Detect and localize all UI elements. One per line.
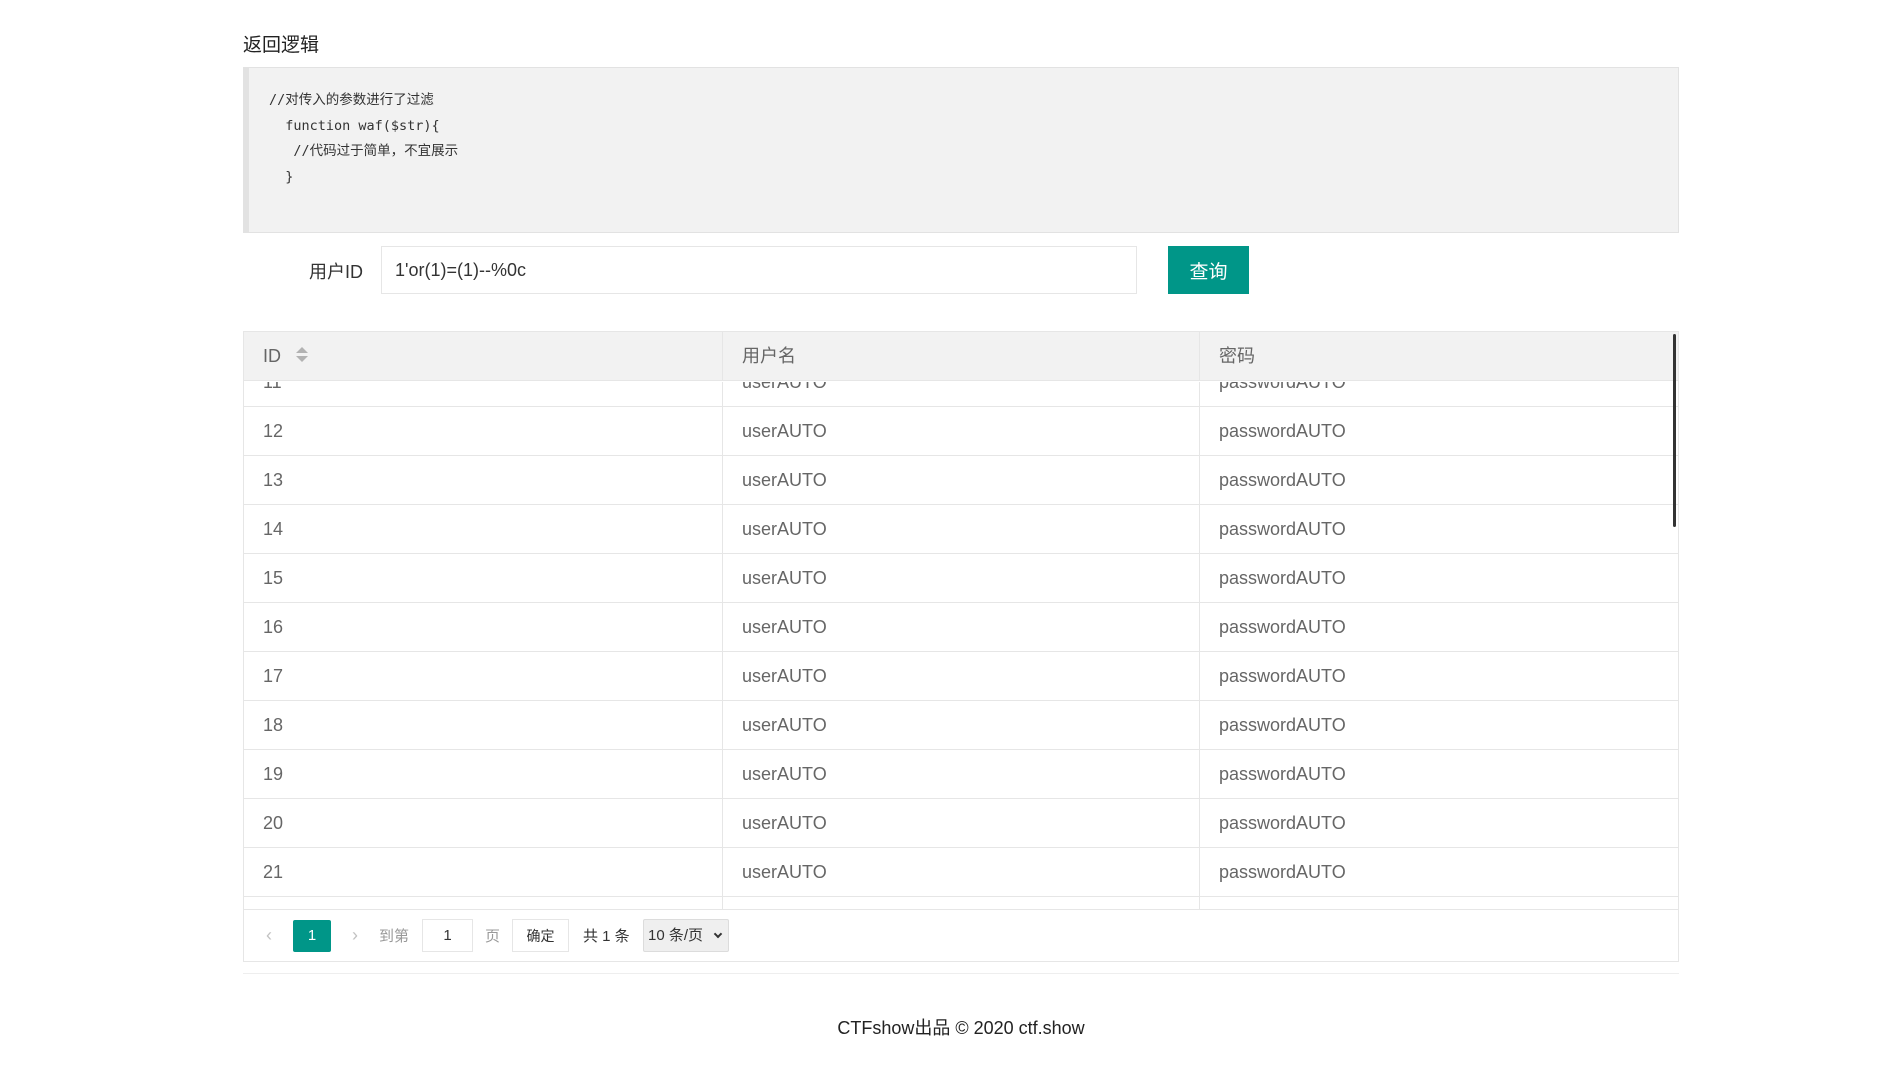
cell-password: passwordAUTO — [1199, 382, 1678, 407]
cell-password: ctfshow{53ad81d0-00cd-41f1-9bbd-bca472ea… — [1199, 897, 1678, 909]
prev-page-button[interactable]: ‹ — [262, 924, 276, 946]
cell-username: userAUTO — [722, 603, 1199, 652]
table-rows: 11 userAUTO passwordAUTO 12 userAUTO password… — [244, 382, 1678, 909]
cell-id: 16 — [263, 617, 284, 637]
table-body[interactable]: 11 userAUTO passwordAUTO 12 userAUTO password… — [244, 382, 1678, 909]
table-row: 14 userAUTO passwordAUTO — [244, 505, 1678, 554]
table-row: 13 userAUTO passwordAUTO — [244, 456, 1678, 505]
cell-username: userAUTO — [722, 554, 1199, 603]
code-line: function waf($str){ — [269, 117, 440, 134]
cell-password: passwordAUTO — [1199, 750, 1678, 799]
column-header-label: ID — [263, 346, 281, 366]
cell-id: 20 — [263, 813, 284, 833]
table-header: ID 用户名 密码 — [244, 332, 1678, 381]
table-scrollbar[interactable] — [1673, 334, 1676, 527]
pagination: ‹ 1 › 到第 页 确定 共 1 条 10 条/页 — [244, 909, 1678, 961]
page-size-select[interactable]: 10 条/页 — [643, 919, 729, 952]
goto-page-input[interactable] — [422, 919, 473, 952]
results-table: ID 用户名 密码 11 userAUTO passwordAUTO 12 userAU… — [243, 331, 1679, 962]
query-button[interactable]: 查询 — [1168, 246, 1249, 294]
cell-username: userAUTO — [722, 799, 1199, 848]
table-row: 18 userAUTO passwordAUTO — [244, 701, 1678, 750]
table-row: 16 userAUTO passwordAUTO — [244, 603, 1678, 652]
code-line: //代码过于简单，不宜展示 — [269, 143, 459, 159]
next-page-button[interactable]: › — [348, 924, 362, 946]
cell-password: passwordAUTO — [1199, 407, 1678, 456]
cell-username: userAUTO — [722, 407, 1199, 456]
total-count: 共 1 条 — [583, 928, 630, 945]
table-row: 17 userAUTO passwordAUTO — [244, 652, 1678, 701]
section-title: 返回逻辑 — [243, 35, 320, 56]
footer-text: CTFshow出品 © 2020 ctf.show — [837, 1018, 1085, 1038]
cell-id: 18 — [263, 715, 284, 735]
table-row: 26flagctfshow{53ad81d0-00cd-41f1-9bbd-bc… — [244, 897, 1678, 909]
cell-id: 15 — [263, 568, 284, 588]
column-header-password: 密码 — [1199, 332, 1678, 381]
code-line: //对传入的参数进行了过滤 — [269, 92, 434, 108]
sort-icon[interactable] — [296, 347, 309, 363]
goto-label: 到第 — [379, 928, 410, 945]
cell-password: passwordAUTO — [1199, 554, 1678, 603]
table-row: 15 userAUTO passwordAUTO — [244, 554, 1678, 603]
cell-username: userAUTO — [722, 848, 1199, 897]
cell-id: 14 — [263, 519, 284, 539]
column-header-id[interactable]: ID — [244, 332, 722, 381]
page-size-value: 10 条/页 — [648, 927, 704, 944]
cell-password: passwordAUTO — [1199, 505, 1678, 554]
current-page-button[interactable]: 1 — [293, 920, 331, 952]
cell-password: passwordAUTO — [1199, 701, 1678, 750]
cell-id: 11 — [263, 382, 282, 392]
cell-password: passwordAUTO — [1199, 603, 1678, 652]
cell-id: 12 — [263, 421, 284, 441]
cell-username: userAUTO — [722, 382, 1199, 407]
cell-id: 26 — [244, 897, 722, 909]
cell-password: passwordAUTO — [1199, 848, 1678, 897]
user-id-input[interactable] — [381, 246, 1137, 294]
table-row: 19 userAUTO passwordAUTO — [244, 750, 1678, 799]
cell-username: userAUTO — [722, 456, 1199, 505]
page-label: 页 — [485, 928, 501, 945]
cell-username: userAUTO — [722, 652, 1199, 701]
cell-id: 13 — [263, 470, 284, 490]
query-form: 用户ID 查询 — [243, 246, 1679, 294]
user-id-label: 用户ID — [309, 262, 363, 282]
table-row: 12 userAUTO passwordAUTO — [244, 407, 1678, 456]
cell-password: passwordAUTO — [1199, 456, 1678, 505]
cell-id: 17 — [263, 666, 284, 686]
cell-username: userAUTO — [722, 505, 1199, 554]
table-row: 20 userAUTO passwordAUTO — [244, 799, 1678, 848]
cell-password: passwordAUTO — [1199, 652, 1678, 701]
chevron-down-icon — [713, 929, 723, 939]
cell-id: 21 — [263, 862, 284, 882]
cell-id: 19 — [263, 764, 284, 784]
table-row: 21 userAUTO passwordAUTO — [244, 848, 1678, 897]
code-block: //对传入的参数进行了过滤 function waf($str){ //代码过于… — [243, 67, 1679, 233]
goto-confirm-button[interactable]: 确定 — [512, 919, 569, 952]
cell-username: userAUTO — [722, 701, 1199, 750]
column-header-username: 用户名 — [722, 332, 1199, 381]
cell-username: flag — [722, 897, 1199, 909]
cell-password: passwordAUTO — [1199, 799, 1678, 848]
cell-username: userAUTO — [722, 750, 1199, 799]
table-row: 11 userAUTO passwordAUTO — [244, 382, 1678, 407]
code-line: } — [269, 168, 294, 185]
footer-divider — [243, 973, 1679, 974]
